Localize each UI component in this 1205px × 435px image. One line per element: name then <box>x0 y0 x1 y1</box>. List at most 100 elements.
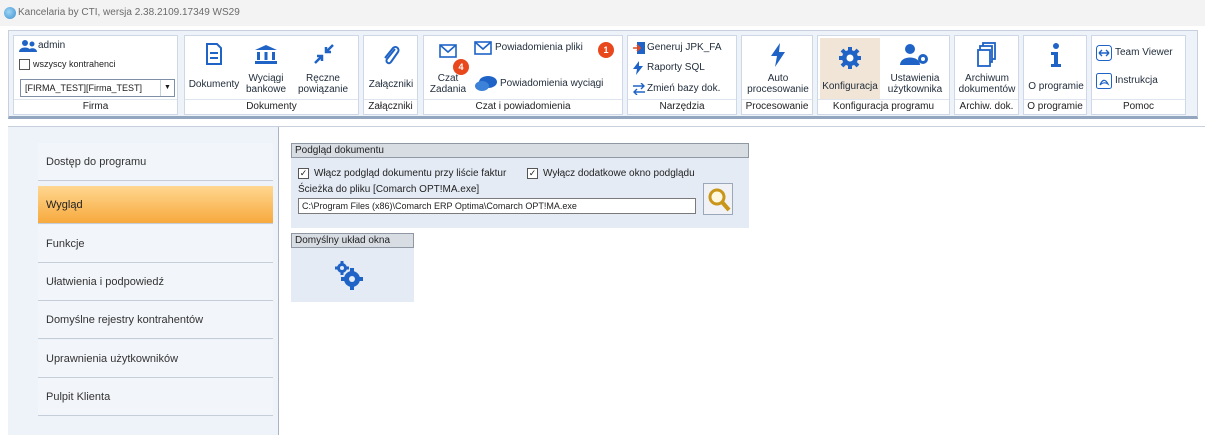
archiwum-label-1: Archiwum <box>965 73 1009 84</box>
app-icon <box>4 7 16 19</box>
all-contractors-checkbox[interactable] <box>19 59 30 70</box>
archiwum-dokumentow-button[interactable]: Archiwum dokumentów <box>959 39 1015 99</box>
info-icon <box>1051 43 1061 67</box>
konfiguracja-button[interactable]: Konfiguracja <box>820 38 880 100</box>
nav-item-rejestry[interactable]: Domyślne rejestry kontrahentów <box>38 301 273 339</box>
zalaczniki-button[interactable]: Załączniki <box>368 39 414 99</box>
group-procesowanie: Auto procesowanie Procesowanie <box>741 35 813 115</box>
content-pane: Podgląd dokumentu ✓ Włącz podgląd dokume… <box>279 127 1205 435</box>
all-contractors-label: wszyscy kontrahenci <box>33 59 116 69</box>
group-label-konfiguracja: Konfiguracja programu <box>818 99 949 113</box>
czat-label-2: Zadania <box>429 84 467 95</box>
chat-bubbles-icon <box>475 76 497 91</box>
nav-item-wyglad[interactable]: Wygląd <box>38 186 273 224</box>
group-label-procesowanie: Procesowanie <box>742 99 812 113</box>
auto-procesowanie-button[interactable]: Auto procesowanie <box>746 39 810 99</box>
group-zalaczniki: Załączniki Załączniki <box>363 35 418 115</box>
browse-button[interactable] <box>703 183 733 215</box>
group-archiwum: Archiwum dokumentów Archiw. dok. <box>954 35 1019 115</box>
zmien-bazy-label: Zmień bazy dok. <box>647 83 721 94</box>
group-label-czat: Czat i powiadomienia <box>424 99 622 113</box>
nav-item-pulpit[interactable]: Pulpit Klienta <box>38 378 273 416</box>
nav-item-uprawnienia[interactable]: Uprawnienia użytkowników <box>38 340 273 378</box>
instrukcja-label: Instrukcja <box>1115 75 1158 86</box>
group-label-narzedzia: Narzędzia <box>628 99 736 113</box>
pdf-icon <box>1096 73 1112 89</box>
exe-path-input[interactable]: C:\Program Files (x86)\Comarch ERP Optim… <box>298 198 696 214</box>
bank-icon <box>255 45 277 64</box>
teamviewer-icon <box>1096 45 1112 61</box>
group-czat: 4 Czat Zadania Powiadomienia pliki 1 Pow… <box>423 35 623 115</box>
podglad-enable-checkbox[interactable]: ✓ <box>298 168 309 179</box>
gear-icon <box>839 47 861 69</box>
group-label-archiwum: Archiw. dok. <box>955 99 1018 113</box>
group-narzedzia: Generuj JPK_FA Raporty SQL Zmień bazy do… <box>627 35 737 115</box>
envelope-icon <box>439 44 457 58</box>
group-oprogramie: O programie O programie <box>1023 35 1087 115</box>
section-podglad: Podgląd dokumentu ✓ Włącz podgląd dokume… <box>291 143 749 228</box>
window-title: Kancelaria by CTI, wersja 2.38.2109.1734… <box>18 7 240 18</box>
wyciagi-label-1: Wyciągi <box>248 73 284 84</box>
reczne-powiazanie-button[interactable]: Ręczne powiązanie <box>295 39 351 99</box>
zalaczniki-label: Załączniki <box>368 79 414 90</box>
group-label-firma: Firma <box>14 99 177 113</box>
ustawienia-label-2: użytkownika <box>887 84 943 95</box>
podglad-disable-window-label: Wyłącz dodatkowe okno podglądu <box>543 168 695 179</box>
auto-label-2: procesowanie <box>747 84 809 95</box>
ustawienia-uzytkownika-button[interactable]: Ustawienia użytkownika <box>884 39 946 99</box>
group-dokumenty: Dokumenty Wyciągi bankowe Ręczne powiąza… <box>184 35 359 115</box>
group-label-oprogramie: O programie <box>1024 99 1086 113</box>
section-uklad-header: Domyślny układ okna <box>291 233 414 248</box>
settings-nav: Dostęp do programu Wygląd Funkcje Ułatwi… <box>28 143 273 423</box>
documents-stack-icon <box>977 42 996 67</box>
nav-item-funkcje[interactable]: Funkcje <box>38 225 273 263</box>
team-viewer-label: Team Viewer <box>1115 47 1173 58</box>
generuj-jpk-label: Generuj JPK_FA <box>647 42 722 53</box>
gears-settings-icon[interactable] <box>335 261 365 291</box>
powiadomienia-wyciagi-label: Powiadomienia wyciągi <box>500 78 604 89</box>
section-uklad: Domyślny układ okna <box>291 233 414 302</box>
paperclip-icon <box>384 45 400 65</box>
pliki-badge: 1 <box>598 42 614 58</box>
powiadomienia-pliki-label: Powiadomienia pliki <box>495 42 583 53</box>
archiwum-label-2: dokumentów <box>958 84 1016 95</box>
group-label-dokumenty: Dokumenty <box>185 99 358 113</box>
document-icon <box>206 43 222 65</box>
konfiguracja-label: Konfiguracja <box>822 81 878 92</box>
group-firma: admin wszyscy kontrahenci [FIRMA_TEST][F… <box>13 35 178 115</box>
o-programie-button[interactable]: O programie <box>1028 39 1084 99</box>
lightning-icon <box>633 61 643 75</box>
title-bar: Kancelaria by CTI, wersja 2.38.2109.1734… <box>0 0 1205 26</box>
dokumenty-button[interactable]: Dokumenty <box>189 39 239 99</box>
collapse-arrows-icon <box>314 44 334 64</box>
wyciagi-label-2: bankowe <box>245 84 287 95</box>
raporty-sql-label: Raporty SQL <box>647 62 705 73</box>
czat-zadania-button[interactable]: 4 Czat Zadania <box>427 39 469 99</box>
czat-label-1: Czat <box>437 73 459 84</box>
ustawienia-label-1: Ustawienia <box>890 73 940 84</box>
users-icon <box>19 40 37 52</box>
path-label: Ścieżka do pliku [Comarch OPT!MA.exe] <box>298 184 480 195</box>
nav-item-dostep[interactable]: Dostęp do programu <box>38 143 273 181</box>
reczne-label-2: powiązanie <box>297 84 349 95</box>
o-programie-label: O programie <box>1028 81 1084 92</box>
chevron-down-icon: ▼ <box>160 80 174 96</box>
wyciagi-bankowe-button[interactable]: Wyciągi bankowe <box>243 39 289 99</box>
reczne-label-1: Ręczne <box>306 73 340 84</box>
company-select[interactable]: [FIRMA_TEST][Firma_TEST] ▼ <box>20 79 175 97</box>
magnifier-icon <box>708 188 731 212</box>
dokumenty-label: Dokumenty <box>188 79 240 90</box>
podglad-enable-label: Włącz podgląd dokumentu przy liście fakt… <box>314 168 507 179</box>
group-label-zalaczniki: Załączniki <box>364 99 417 113</box>
export-icon <box>633 42 645 54</box>
group-konfiguracja: Konfiguracja Ustawienia użytkownika Konf… <box>817 35 950 115</box>
envelope-icon <box>474 41 492 55</box>
podglad-disable-window-checkbox[interactable]: ✓ <box>527 168 538 179</box>
user-name: admin <box>38 40 66 51</box>
group-label-pomoc: Pomoc <box>1092 99 1185 113</box>
company-select-value: [FIRMA_TEST][Firma_TEST] <box>25 83 143 93</box>
swap-arrows-icon <box>633 83 645 95</box>
ribbon: admin wszyscy kontrahenci [FIRMA_TEST][F… <box>8 30 1198 119</box>
lightning-icon <box>771 43 785 67</box>
nav-item-ulatwienia[interactable]: Ułatwienia i podpowiedź <box>38 263 273 301</box>
